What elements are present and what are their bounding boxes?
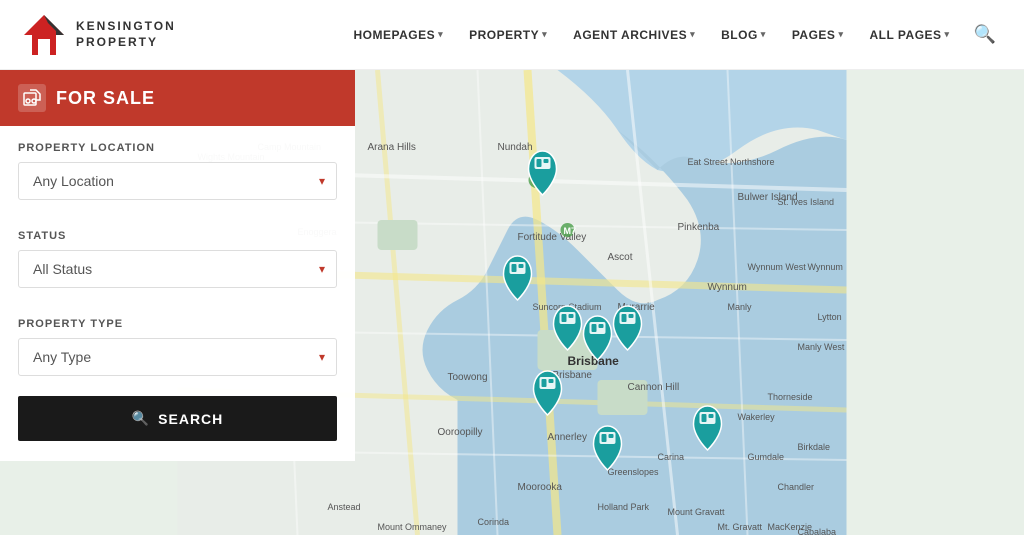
location-select[interactable]: Any Location Brisbane Sydney Melbourne	[18, 162, 337, 200]
svg-text:Wynnum: Wynnum	[808, 262, 843, 272]
chevron-down-icon: ▾	[838, 29, 843, 40]
search-icon: 🔍	[132, 410, 150, 427]
status-select[interactable]: All Status For Sale For Rent Sold	[18, 250, 337, 288]
svg-text:M7: M7	[564, 226, 577, 236]
chevron-down-icon: ▾	[438, 29, 443, 40]
svg-text:Moorooka: Moorooka	[518, 482, 563, 493]
status-filter-section: STATUS All Status For Sale For Rent Sold…	[0, 214, 355, 288]
svg-text:Nundah: Nundah	[498, 142, 533, 153]
type-select-wrapper: Any Type House Apartment Land Commercial…	[18, 338, 337, 376]
main-nav: HOMEPAGES ▾ PROPERTY ▾ AGENT ARCHIVES ▾ …	[343, 16, 1004, 53]
type-filter-section: PROPERTY TYPE Any Type House Apartment L…	[0, 302, 355, 376]
nav-pages[interactable]: PAGES ▾	[782, 20, 854, 50]
header-search-button[interactable]: 🔍	[966, 16, 1004, 53]
svg-text:Chandler: Chandler	[778, 482, 815, 492]
svg-text:Holland Park: Holland Park	[598, 502, 650, 512]
location-select-wrapper: Any Location Brisbane Sydney Melbourne ▾	[18, 162, 337, 200]
for-sale-header: FOR SALE	[0, 70, 355, 126]
svg-text:St. Ives Island: St. Ives Island	[778, 197, 835, 207]
svg-text:Thorneside: Thorneside	[768, 392, 813, 402]
main-content: Brisbane Brisbane Ascot Fortitude Valley…	[0, 70, 1024, 535]
chevron-down-icon: ▾	[761, 29, 766, 40]
svg-text:Manly West: Manly West	[798, 342, 845, 352]
svg-text:Anstead: Anstead	[328, 502, 361, 512]
svg-text:Carina: Carina	[658, 452, 685, 462]
svg-text:Wakerley: Wakerley	[738, 412, 776, 422]
svg-text:Gumdale: Gumdale	[748, 452, 785, 462]
for-sale-label: FOR SALE	[56, 88, 155, 109]
type-select[interactable]: Any Type House Apartment Land Commercial	[18, 338, 337, 376]
svg-text:Ooroopilly: Ooroopilly	[438, 427, 483, 438]
chevron-down-icon: ▾	[945, 29, 950, 40]
nav-all-pages[interactable]: ALL PAGES ▾	[859, 20, 959, 50]
search-button[interactable]: 🔍 SEARCH	[18, 396, 337, 441]
nav-property[interactable]: PROPERTY ▾	[459, 20, 557, 50]
svg-text:Cannon Hill: Cannon Hill	[628, 382, 680, 393]
for-sale-icon	[18, 84, 46, 112]
svg-text:Birkdale: Birkdale	[798, 442, 831, 452]
svg-text:Greenslopes: Greenslopes	[608, 467, 660, 477]
nav-homepages[interactable]: HOMEPAGES ▾	[343, 20, 453, 50]
svg-text:Mt. Gravatt: Mt. Gravatt	[718, 522, 763, 532]
svg-text:Wynnum West: Wynnum West	[748, 262, 807, 272]
chevron-down-icon: ▾	[542, 29, 547, 40]
status-filter-label: STATUS	[18, 230, 337, 242]
location-filter-section: PROPERTY LOCATION Any Location Brisbane …	[0, 126, 355, 200]
svg-text:Annerley: Annerley	[548, 432, 587, 443]
status-select-wrapper: All Status For Sale For Rent Sold ▾	[18, 250, 337, 288]
type-filter-label: PROPERTY TYPE	[18, 318, 337, 330]
svg-text:Wynnum: Wynnum	[708, 282, 747, 293]
svg-text:Lytton: Lytton	[818, 312, 842, 322]
svg-text:Eat Street Northshore: Eat Street Northshore	[688, 157, 775, 167]
svg-text:Arana Hills: Arana Hills	[368, 142, 416, 153]
search-sidebar: FOR SALE PROPERTY LOCATION Any Location …	[0, 70, 355, 461]
location-filter-label: PROPERTY LOCATION	[18, 142, 337, 154]
svg-text:Mount Ommaney: Mount Ommaney	[378, 522, 448, 532]
svg-text:Corinda: Corinda	[478, 517, 510, 527]
svg-text:Mount Gravatt: Mount Gravatt	[668, 507, 726, 517]
svg-text:Manly: Manly	[728, 302, 753, 312]
svg-text:Toowong: Toowong	[448, 372, 488, 383]
svg-text:Ascot: Ascot	[608, 252, 633, 263]
svg-text:Pinkenba: Pinkenba	[678, 222, 720, 233]
logo-text: KENSINGTON PROPERTY	[76, 19, 176, 50]
header: KENSINGTON PROPERTY HOMEPAGES ▾ PROPERTY…	[0, 0, 1024, 70]
svg-text:MacKenzie: MacKenzie	[768, 522, 813, 532]
chevron-down-icon: ▾	[690, 29, 695, 40]
logo-icon	[20, 11, 68, 59]
nav-blog[interactable]: BLOG ▾	[711, 20, 776, 50]
logo[interactable]: KENSINGTON PROPERTY	[20, 11, 176, 59]
nav-agent-archives[interactable]: AGENT ARCHIVES ▾	[563, 20, 705, 50]
